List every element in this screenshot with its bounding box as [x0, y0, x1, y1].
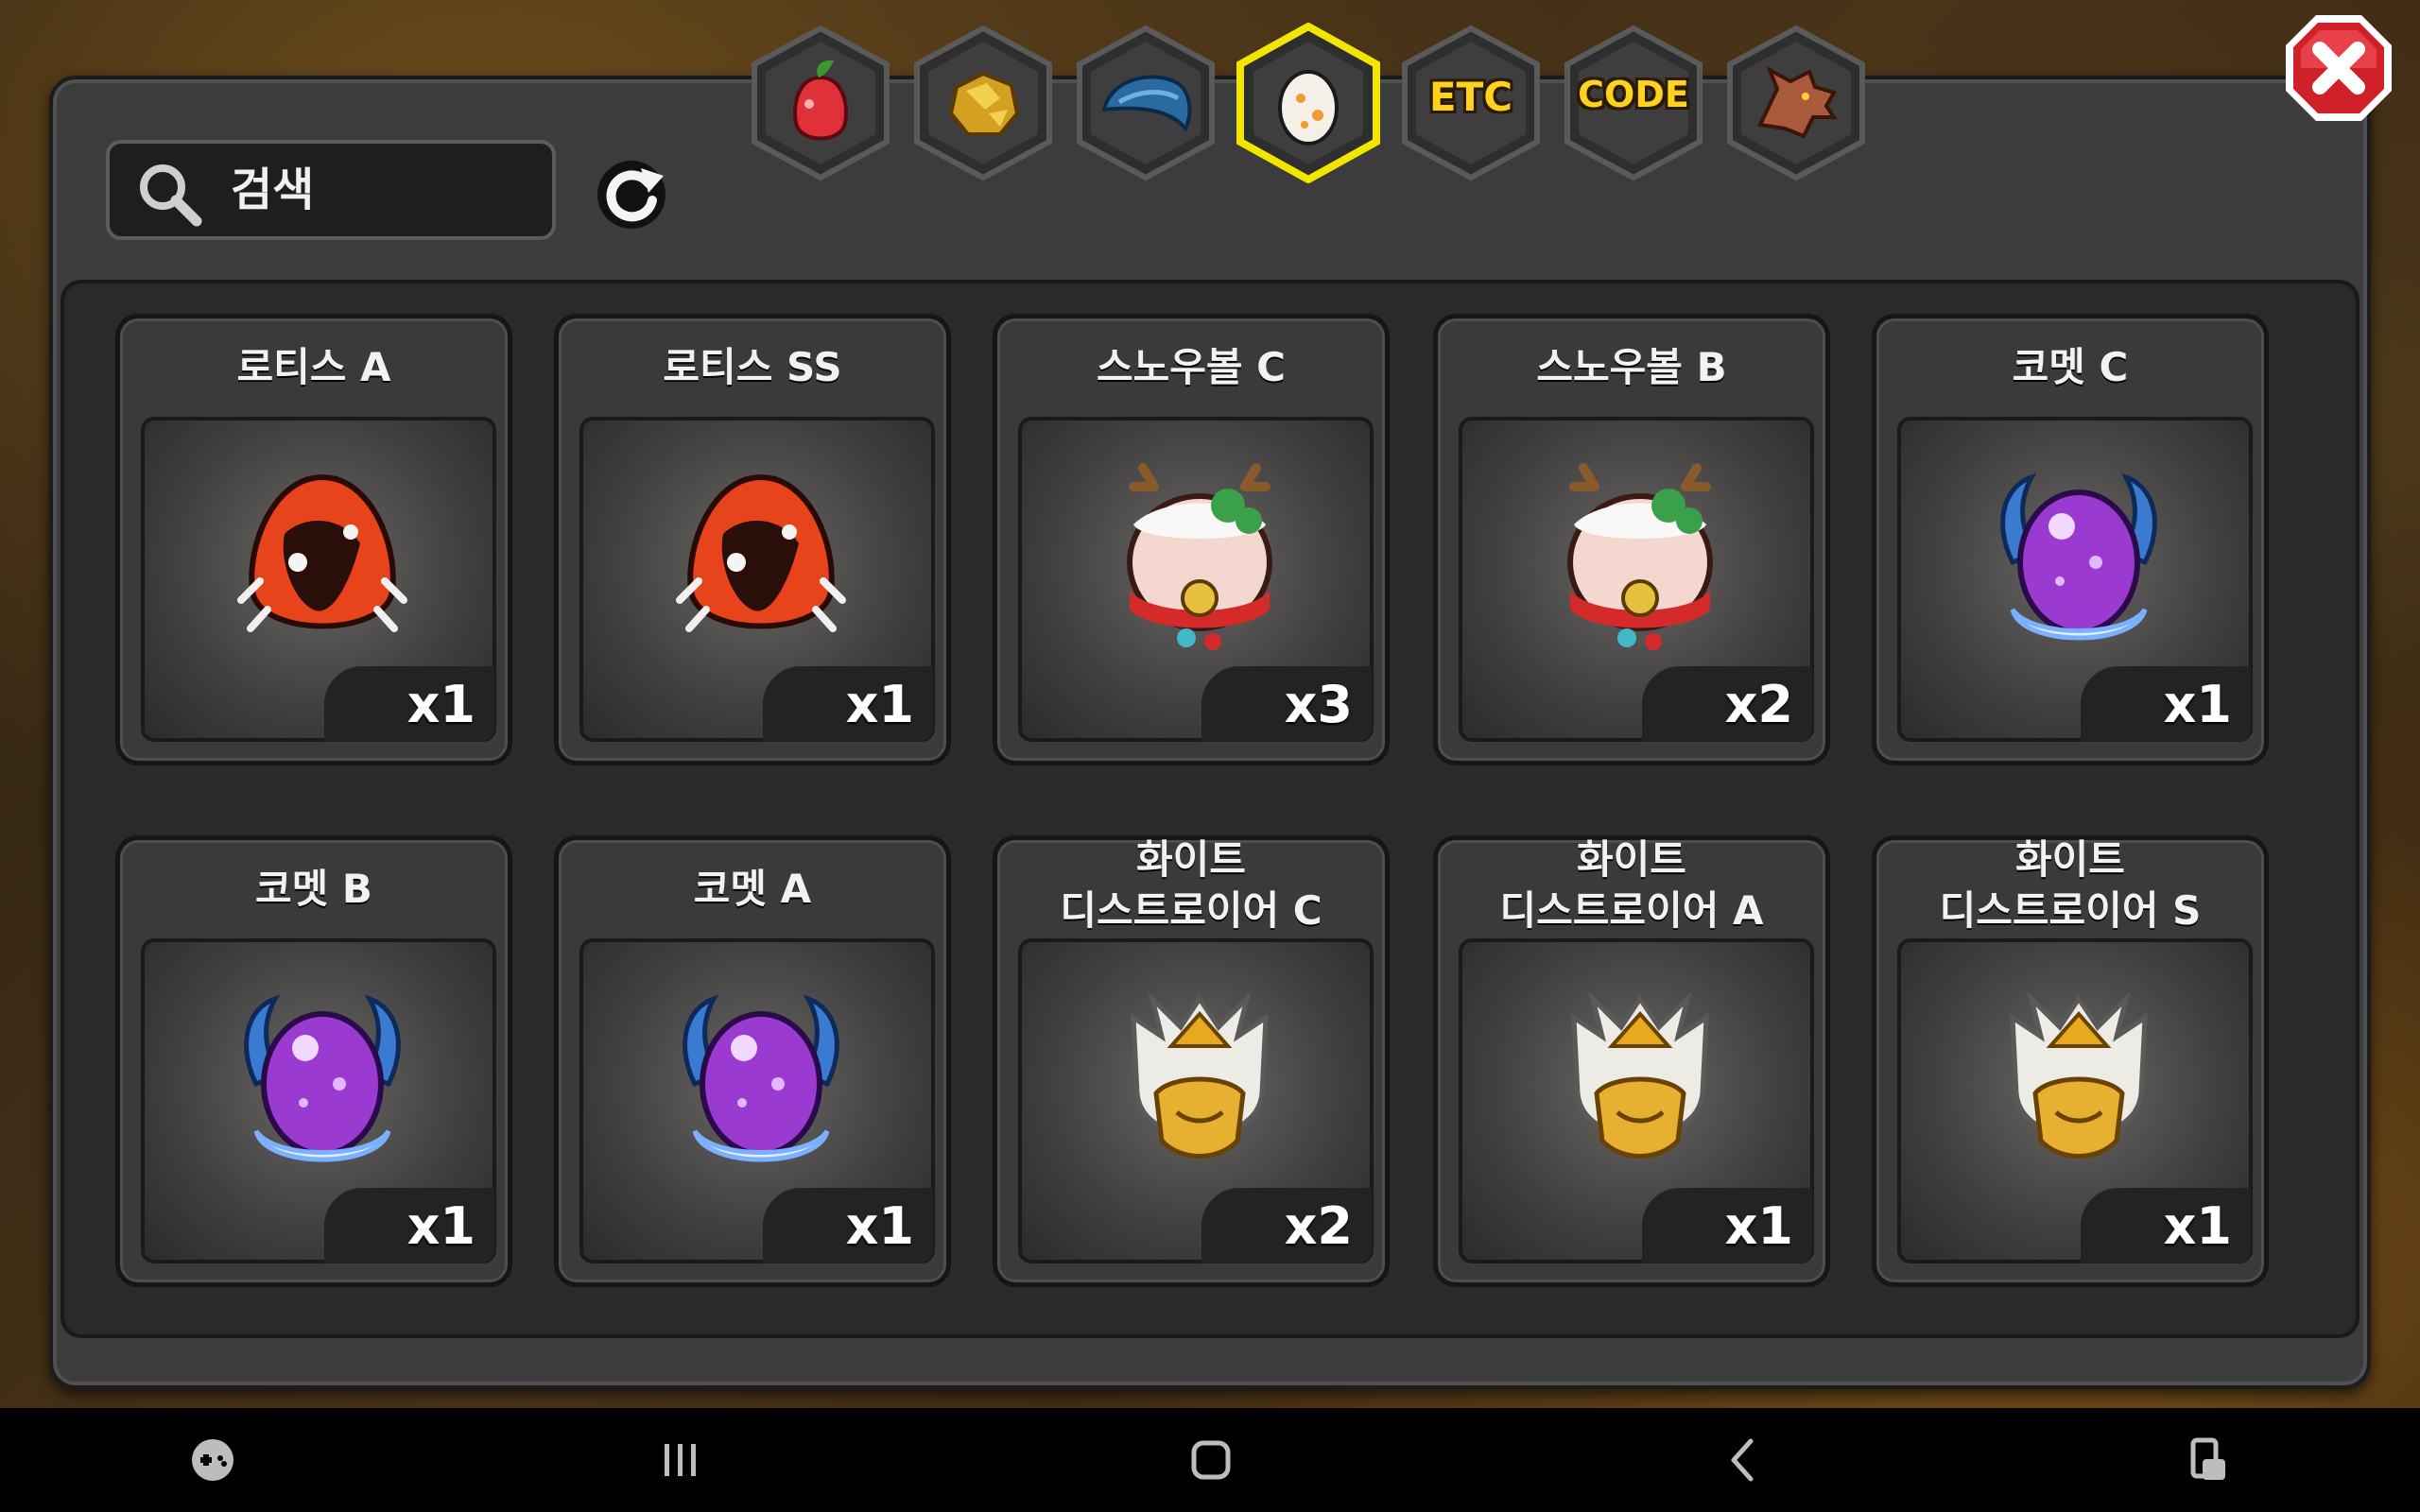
item-name: 스노우볼 B: [1536, 344, 1727, 390]
snowball-egg-icon: [1567, 463, 1713, 650]
count-badge: x1: [2081, 1188, 2251, 1263]
egg-icon: [1278, 70, 1339, 146]
item-count: x1: [406, 675, 475, 734]
item-card[interactable]: 로티스 A x1: [115, 314, 512, 765]
close-button[interactable]: [2280, 9, 2397, 127]
dragon-scale-icon: [1101, 75, 1192, 132]
fruit-icon: [793, 60, 848, 141]
search-icon: [140, 164, 202, 227]
count-badge: x1: [2081, 666, 2251, 742]
item-slot: x2: [1018, 938, 1374, 1263]
gold-ore-icon: [948, 71, 1020, 136]
white-destroyer-egg-icon: [2010, 990, 2148, 1159]
white-destroyer-egg-icon: [1131, 990, 1269, 1159]
item-name: 화이트 디스트로이어 C: [1060, 836, 1322, 934]
count-badge: x2: [1642, 666, 1812, 742]
item-name: 로티스 SS: [663, 344, 842, 390]
item-count: x2: [1284, 1196, 1353, 1256]
count-badge: x1: [763, 666, 933, 742]
tab-etc[interactable]: ETC: [1397, 23, 1545, 183]
count-badge: x1: [324, 666, 494, 742]
comet-egg-icon: [2000, 472, 2157, 641]
item-count: x1: [2163, 1196, 2232, 1256]
item-slot: x2: [1459, 417, 1814, 742]
tab-code-label: CODE: [1578, 74, 1689, 115]
tab-scale[interactable]: [1072, 23, 1219, 183]
count-badge: x1: [763, 1188, 933, 1263]
tab-gold[interactable]: [909, 23, 1057, 183]
item-count: x1: [406, 1196, 475, 1256]
item-slot: x1: [1897, 938, 2253, 1263]
search-input[interactable]: [231, 157, 543, 223]
screen-rotate-icon[interactable]: [2174, 1427, 2240, 1493]
count-badge: x1: [324, 1188, 494, 1263]
item-card[interactable]: 화이트 디스트로이어 S x1: [1872, 835, 2269, 1287]
item-name: 스노우볼 C: [1096, 344, 1286, 390]
item-card[interactable]: 코멧 C x1: [1872, 314, 2269, 765]
item-name: 화이트 디스트로이어 S: [1939, 836, 2202, 934]
dragon-head-icon: [1757, 65, 1838, 139]
tab-dragon[interactable]: [1722, 23, 1870, 183]
item-slot: x1: [1897, 417, 2253, 742]
search-box[interactable]: [106, 140, 556, 240]
lotis-egg-icon: [237, 473, 407, 632]
refresh-icon[interactable]: [586, 147, 677, 238]
recent-apps-icon[interactable]: [647, 1427, 713, 1493]
tab-fruit[interactable]: [747, 23, 894, 183]
item-name: 화이트 디스트로이어 A: [1499, 836, 1764, 934]
item-name: 코멧 B: [255, 866, 372, 912]
item-name: 코멧 A: [693, 866, 812, 912]
item-card[interactable]: 화이트 디스트로이어 C x2: [993, 835, 1390, 1287]
snowball-egg-icon: [1127, 463, 1272, 650]
item-slot: x3: [1018, 417, 1374, 742]
item-count: x1: [845, 675, 914, 734]
item-count: x2: [1724, 675, 1793, 734]
item-card[interactable]: 코멧 A x1: [554, 835, 951, 1287]
item-card[interactable]: 스노우볼 C x3: [993, 314, 1390, 765]
tab-etc-label: ETC: [1428, 74, 1513, 120]
item-name: 로티스 A: [236, 344, 391, 390]
item-slot: x1: [579, 938, 935, 1263]
item-count: x1: [845, 1196, 914, 1256]
lotis-egg-icon: [676, 473, 846, 632]
comet-egg-icon: [683, 994, 839, 1162]
count-badge: x1: [1642, 1188, 1812, 1263]
item-count: x1: [2163, 675, 2232, 734]
item-card[interactable]: 스노우볼 B x2: [1433, 314, 1830, 765]
item-card[interactable]: 화이트 디스트로이어 A x1: [1433, 835, 1830, 1287]
home-icon[interactable]: [1178, 1427, 1244, 1493]
back-icon[interactable]: [1709, 1427, 1775, 1493]
item-count: x3: [1284, 675, 1353, 734]
white-destroyer-egg-icon: [1571, 990, 1709, 1159]
item-count: x1: [1724, 1196, 1793, 1256]
comet-egg-icon: [244, 994, 401, 1162]
item-slot: x1: [141, 417, 496, 742]
tab-egg[interactable]: [1235, 23, 1382, 183]
system-navigation-bar: [0, 1408, 2420, 1512]
item-card[interactable]: 코멧 B x1: [115, 835, 512, 1287]
game-tools-icon[interactable]: [180, 1427, 246, 1493]
count-badge: x3: [1201, 666, 1372, 742]
item-slot: x1: [1459, 938, 1814, 1263]
tab-code[interactable]: CODE: [1560, 23, 1707, 183]
item-slot: x1: [579, 417, 935, 742]
item-name: 코멧 C: [2012, 344, 2129, 390]
item-card[interactable]: 로티스 SS x1: [554, 314, 951, 765]
item-slot: x1: [141, 938, 496, 1263]
count-badge: x2: [1201, 1188, 1372, 1263]
